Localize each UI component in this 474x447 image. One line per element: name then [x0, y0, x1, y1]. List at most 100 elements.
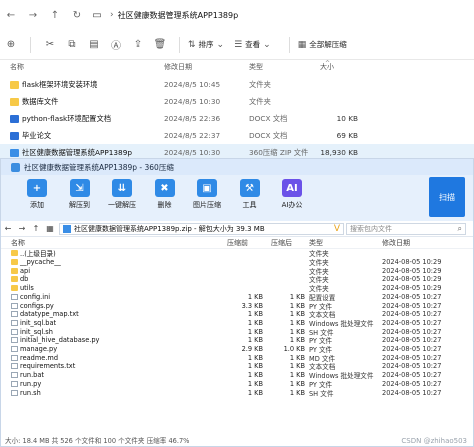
file-size: 3.3 KB — [241, 301, 263, 310]
one-click-extract-button[interactable]: ⇊ 一键解压 — [102, 179, 142, 210]
file-compressed-size: 1 KB — [289, 336, 305, 345]
file-type: DOCX 文档 — [249, 130, 288, 140]
up-arrow-icon[interactable]: ↑ — [44, 10, 66, 21]
forward-arrow-icon[interactable]: → — [22, 10, 44, 21]
docx-icon — [10, 114, 19, 123]
cut-icon[interactable]: ✂ — [39, 39, 61, 50]
back-arrow-icon[interactable]: ← — [0, 10, 22, 21]
table-row[interactable]: run.bat 1 KB 1 KB Windows 批处理文件 2024-08-05 1… — [1, 371, 473, 380]
file-date: 2024-08-05 10:29 — [382, 258, 442, 267]
chevron-down-icon: ⌄ — [216, 39, 225, 50]
file-name: 社区健康数据管理系统APP1389p — [22, 147, 132, 157]
zip-titlebar: 社区健康数据管理系统APP1389p - 360压缩 — [1, 159, 473, 175]
file-type: 文件夹 — [249, 79, 271, 89]
extract-to-button[interactable]: ⇲ 解压到 — [60, 179, 100, 210]
refresh-icon[interactable]: ↻ — [66, 10, 88, 21]
column-name[interactable]: 名称 — [11, 238, 25, 248]
column-type[interactable]: 类型 — [249, 62, 263, 72]
one-click-extract-icon: ⇊ — [112, 179, 132, 197]
sort-button[interactable]: ⇅ 排序 ⌄ — [188, 39, 224, 50]
chevron-down-icon[interactable]: V — [334, 224, 340, 234]
tools-button[interactable]: ⚒ 工具 — [230, 179, 270, 210]
column-date[interactable]: 修改日期 — [164, 62, 192, 72]
share-icon[interactable]: ⇪ — [127, 39, 149, 50]
file-compressed-size: 1 KB — [289, 301, 305, 310]
view-toggle-icon[interactable]: ▦ — [43, 224, 57, 233]
toolbar-divider — [179, 36, 180, 53]
table-row[interactable]: initial_hive_database.py 1 KB 1 KB PY 文件 202… — [1, 336, 473, 345]
explorer-toolbar: ⊕ ✂ ⧉ ▤ Ⓐ ⇪ 🗑 ⇅ 排序 ⌄ ☰ 查看 ⌄ ▦ 全部解压缩 — [0, 30, 474, 60]
file-icon — [11, 389, 18, 396]
column-size[interactable]: 大小 — [320, 62, 334, 72]
archive-path-field[interactable]: 社区健康数据管理系统APP1389p.zip - 解包大小为 39.3 MB V — [59, 223, 344, 235]
scan-button[interactable]: 扫描 — [429, 177, 465, 217]
table-row[interactable]: datatype_map.txt 1 KB 1 KB 文本文档 2024-08-05 1… — [1, 310, 473, 319]
list-item[interactable]: python-flask环境配置文档 2024/8/5 22:36 DOCX 文档 1… — [0, 110, 474, 127]
view-button[interactable]: ☰ 查看 ⌄ — [234, 39, 271, 50]
table-row[interactable]: run.sh 1 KB 1 KB SH 文件 2024-08-05 10:27 — [1, 388, 473, 398]
file-date: 2024/8/5 22:37 — [164, 131, 221, 140]
table-row[interactable]: db 文件夹 2024-08-05 10:29 — [1, 275, 473, 284]
table-row[interactable]: readme.md 1 KB 1 KB MD 文件 2024-08-05 10:27 — [1, 353, 473, 363]
ai-office-icon: AI — [282, 179, 302, 197]
list-item[interactable]: 毕业论文 2024/8/5 22:37 DOCX 文档 69 KB — [0, 127, 474, 144]
table-row[interactable]: api 文件夹 2024-08-05 10:29 — [1, 266, 473, 276]
delete-icon: ✖ — [154, 179, 175, 197]
table-row[interactable]: run.py 1 KB 1 KB PY 文件 2024-08-05 10:27 — [1, 380, 473, 389]
image-compress-button[interactable]: ▣ 图片压缩 — [187, 179, 227, 210]
ai-office-button[interactable]: AI AI办公 — [272, 179, 312, 210]
tools-icon: ⚒ — [239, 179, 260, 197]
file-size: 1 KB — [247, 388, 263, 397]
file-name: __pycache__ — [20, 258, 61, 267]
table-row[interactable]: manage.py 2.9 KB 1.0 KB PY 文件 2024-08-05 10:… — [1, 345, 473, 354]
paste-icon[interactable]: ▤ — [83, 39, 105, 50]
file-name: init_sql.sh — [20, 327, 53, 336]
file-compressed-size: 1 KB — [289, 353, 305, 362]
table-row[interactable]: utils 文件夹 2024-08-05 10:29 — [1, 284, 473, 293]
copy-icon[interactable]: ⧉ — [61, 39, 83, 50]
file-date: 2024-08-05 10:27 — [382, 379, 442, 388]
column-name[interactable]: 名称 — [10, 62, 24, 72]
search-icon[interactable]: ⌕ — [458, 224, 462, 234]
list-item[interactable]: 数据库文件 2024/8/5 10:30 文件夹 — [0, 93, 474, 110]
table-row[interactable]: configs.py 3.3 KB 1 KB PY 文件 2024-08-05 10:2… — [1, 301, 473, 311]
new-menu-icon[interactable]: ⊕ — [0, 39, 22, 50]
file-name: 数据库文件 — [22, 96, 59, 106]
extract-all-button[interactable]: ▦ 全部解压缩 — [298, 39, 347, 50]
delete-button[interactable]: ✖ 删除 — [145, 179, 185, 210]
file-name: datatype_map.txt — [20, 310, 79, 319]
column-type[interactable]: 类型 — [309, 238, 323, 248]
column-size[interactable]: 压缩前 — [227, 238, 248, 248]
table-row[interactable]: init_sql.bat 1 KB 1 KB Windows 批处理文件 2024-08… — [1, 319, 473, 328]
file-icon — [11, 346, 18, 353]
delete-icon[interactable]: 🗑 — [149, 39, 171, 50]
search-input[interactable]: 搜索包内文件 ⌕ — [346, 223, 466, 235]
file-compressed-size: 1 KB — [289, 318, 305, 327]
back-arrow-icon[interactable]: ← — [1, 224, 15, 233]
toolbar-divider — [288, 36, 290, 53]
add-button[interactable]: + 添加 — [17, 179, 57, 210]
file-size: 18,930 KB — [320, 148, 358, 157]
column-date[interactable]: 修改日期 — [382, 238, 410, 248]
file-icon — [11, 380, 18, 387]
file-date: 2024-08-05 10:29 — [382, 284, 442, 293]
table-row[interactable]: init_sql.sh 1 KB 1 KB SH 文件 2024-08-05 10:27 — [1, 327, 473, 337]
list-item[interactable]: flask框架环境安装环境 2024/8/5 10:45 文件夹 — [0, 76, 474, 93]
file-date: 2024-08-05 10:27 — [382, 336, 442, 345]
file-size: 1 KB — [247, 318, 263, 327]
file-name: utils — [20, 284, 34, 293]
table-row[interactable]: __pycache__ 文件夹 2024-08-05 10:29 — [1, 258, 473, 267]
rename-icon[interactable]: Ⓐ — [105, 37, 127, 52]
breadcrumb[interactable]: 社区健康数据管理系统APP1389p — [118, 10, 239, 21]
file-name: run.py — [20, 379, 42, 388]
ribbon-label: 添加 — [30, 201, 44, 209]
forward-arrow-icon[interactable]: → — [15, 224, 29, 233]
file-name: config.ini — [20, 292, 51, 301]
column-compressed[interactable]: 压缩后 — [271, 238, 292, 248]
file-date: 2024/8/5 10:45 — [164, 80, 221, 89]
up-arrow-icon[interactable]: ↑ — [29, 224, 43, 233]
table-row[interactable]: config.ini 1 KB 1 KB 配置设置 2024-08-05 10:27 — [1, 293, 473, 302]
table-row[interactable]: ..(上级目录) 文件夹 — [1, 249, 473, 258]
table-row[interactable]: requirements.txt 1 KB 1 KB 文本文档 2024-08-05 1… — [1, 362, 473, 371]
chevron-down-icon: ⌄ — [263, 39, 271, 50]
